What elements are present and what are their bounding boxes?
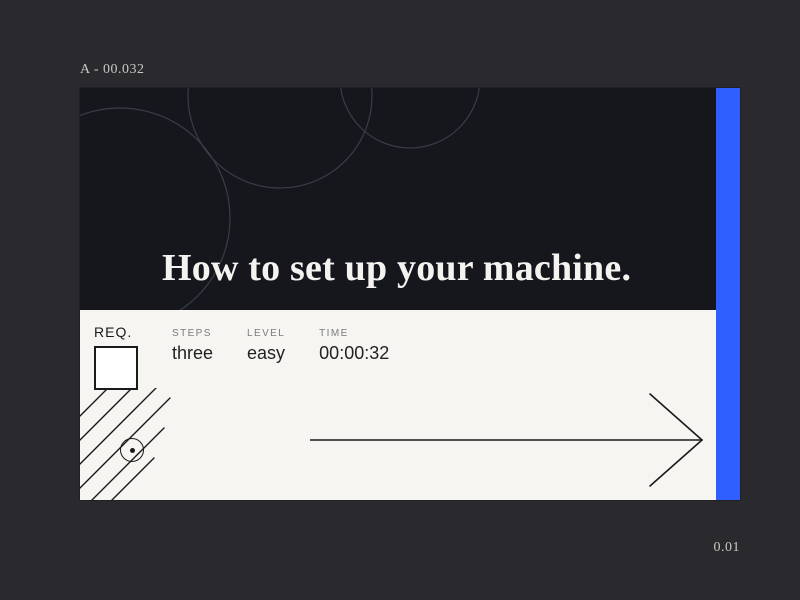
accent-band <box>716 88 740 500</box>
code-top-left: A - 00.032 <box>80 62 145 78</box>
meta-steps-value: three <box>172 343 213 364</box>
requirements-block: REQ. <box>94 324 154 390</box>
slide-card: How to set up your machine. REQ. <box>80 88 740 500</box>
meta-steps: STEPS three <box>172 328 213 364</box>
hero-panel: How to set up your machine. <box>80 88 716 310</box>
meta-level-value: easy <box>247 343 285 364</box>
meta-time-label: TIME <box>319 328 389 339</box>
meta-row: STEPS three LEVEL easy TIME 00:00:32 <box>172 328 389 364</box>
meta-steps-label: STEPS <box>172 328 213 339</box>
code-bottom-right: 0.01 <box>714 540 741 556</box>
stage: A - 00.032 0.01 How to set up your machi… <box>0 0 800 600</box>
info-panel: REQ. STEPS three <box>80 310 716 500</box>
meta-level-label: LEVEL <box>247 328 285 339</box>
requirements-label: REQ. <box>94 324 154 340</box>
target-icon <box>120 438 144 462</box>
meta-level: LEVEL easy <box>247 328 285 364</box>
hero-title: How to set up your machine. <box>162 248 696 290</box>
meta-time-value: 00:00:32 <box>319 343 389 364</box>
meta-time: TIME 00:00:32 <box>319 328 389 364</box>
requirements-checkbox[interactable] <box>94 346 138 390</box>
next-arrow-icon[interactable] <box>310 392 710 488</box>
